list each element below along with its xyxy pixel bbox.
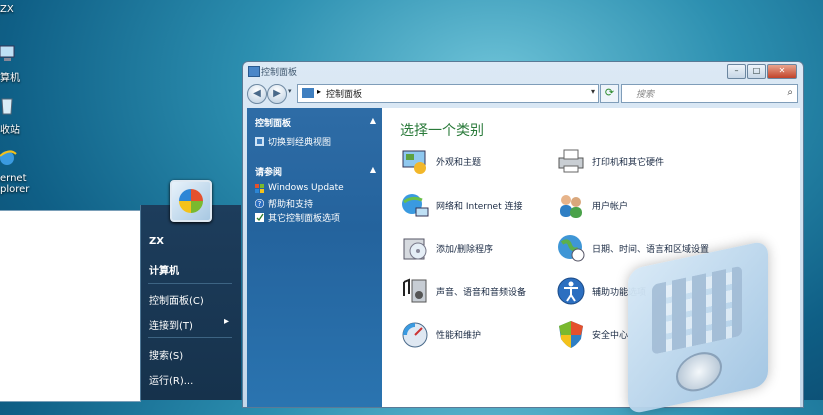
- computer-icon: [0, 45, 15, 61]
- task-pane: 控制面板 ▲ 切换到经典视图 请参阅 ▲ Windows Update ? 帮助…: [247, 108, 382, 407]
- category-label: 网络和 Internet 连接: [436, 201, 523, 212]
- start-menu-item-run[interactable]: 运行(R)...: [149, 372, 193, 387]
- desktop-icon-label: ZX: [0, 4, 14, 15]
- link-label: Windows Update: [268, 183, 344, 193]
- help-icon: ?: [255, 199, 264, 208]
- accessibility-icon: [557, 277, 585, 305]
- options-icon: [255, 213, 264, 222]
- desktop-icon-label: 收站: [0, 125, 20, 136]
- keypad-decoration: [652, 265, 742, 355]
- category-security-center[interactable]: 安全中心: [556, 319, 628, 349]
- performance-icon: [402, 322, 428, 348]
- address-bar[interactable]: ▸ 控制面板 ▾: [297, 84, 599, 103]
- category-add-remove-programs[interactable]: 添加/删除程序: [400, 233, 493, 263]
- start-menu-user[interactable]: ZX: [149, 236, 164, 247]
- category-label: 声音、语音和音频设备: [436, 287, 527, 298]
- dial-decoration: [676, 347, 722, 396]
- collapse-chevron-icon[interactable]: ▲: [370, 165, 376, 174]
- search-placeholder: 搜索: [636, 90, 655, 100]
- category-label: 日期、时间、语言和区域设置: [592, 244, 710, 255]
- control-panel-large-icon: [628, 240, 768, 415]
- other-options-link[interactable]: 其它控制面板选项: [255, 211, 340, 224]
- start-menu-separator: [148, 337, 232, 338]
- page-title: 选择一个类别: [400, 123, 484, 139]
- desktop-icon-recycle-bin[interactable]: 收站: [0, 96, 40, 136]
- back-button[interactable]: ◀: [247, 84, 267, 104]
- start-menu-item-computer[interactable]: 计算机: [149, 262, 179, 277]
- windows-update-link[interactable]: Windows Update: [255, 183, 344, 193]
- desktop-icon-computer[interactable]: 算机: [0, 44, 40, 84]
- link-label: 切换到经典视图: [268, 138, 332, 148]
- sound-icon: [403, 278, 427, 303]
- control-panel-icon: [248, 66, 260, 77]
- address-text: 控制面板: [326, 90, 363, 100]
- category-user-accounts[interactable]: 用户帐户: [556, 190, 628, 220]
- category-label: 用户帐户: [592, 201, 629, 212]
- navigation-bar: ◀ ▶ ▾ ▸ 控制面板 ▾ ⟳ 搜索 ⌕: [247, 83, 799, 105]
- close-button[interactable]: ✕: [767, 64, 797, 79]
- desktop-icon-label: 算机: [0, 73, 20, 84]
- control-panel-icon: [302, 88, 314, 98]
- category-appearance[interactable]: 外观和主题: [400, 146, 481, 176]
- link-label: 帮助和支持: [268, 200, 314, 210]
- network-icon: [402, 194, 429, 217]
- recycle-bin-icon: [1, 98, 13, 115]
- category-printers-hardware[interactable]: 打印机和其它硬件: [556, 146, 664, 176]
- title-bar[interactable]: 控制面板 – □ ✕: [243, 62, 803, 80]
- printer-icon: [558, 149, 584, 173]
- caption-buttons: – □ ✕: [726, 64, 797, 79]
- programs-icon: [403, 238, 427, 260]
- start-menu-item-connect-to[interactable]: 连接到(T): [149, 317, 193, 332]
- link-label: 其它控制面板选项: [268, 214, 341, 224]
- shield-icon: [559, 321, 583, 348]
- start-menu-item-search[interactable]: 搜索(S): [149, 347, 183, 362]
- desktop-icon-user[interactable]: ZX: [0, 2, 40, 15]
- users-icon: [560, 195, 582, 218]
- user-avatar: [170, 180, 212, 222]
- globe-icon: [558, 235, 585, 262]
- windows-logo-icon: [179, 189, 203, 213]
- category-label: 添加/删除程序: [436, 244, 494, 255]
- category-label: 性能和维护: [436, 330, 482, 341]
- desktop-icon-internet-explorer[interactable]: ernet plorer: [0, 148, 40, 195]
- forward-button[interactable]: ▶: [267, 84, 287, 104]
- classic-view-icon: [255, 137, 264, 146]
- help-support-link[interactable]: ? 帮助和支持: [255, 197, 313, 210]
- start-menu-item-control-panel[interactable]: 控制面板(C): [149, 292, 204, 307]
- start-menu-separator: [148, 283, 232, 284]
- window-title: 控制面板: [261, 68, 298, 78]
- internet-explorer-icon: [0, 150, 17, 165]
- search-box[interactable]: 搜索 ⌕: [621, 84, 798, 103]
- task-pane-header: 控制面板: [255, 119, 292, 129]
- refresh-button[interactable]: ⟳: [600, 84, 619, 103]
- category-network-internet[interactable]: 网络和 Internet 连接: [400, 190, 522, 220]
- recent-pages-chevron-icon[interactable]: ▾: [288, 87, 292, 95]
- maximize-button[interactable]: □: [747, 64, 766, 79]
- desktop-icon-label: ernet plorer: [0, 173, 30, 195]
- breadcrumb-chevron-icon[interactable]: ▸: [317, 87, 321, 96]
- start-menu-programs-pane: [0, 210, 141, 402]
- see-also-header: 请参阅: [255, 168, 283, 178]
- collapse-chevron-icon[interactable]: ▲: [370, 116, 376, 125]
- submenu-arrow-icon: ▸: [224, 316, 230, 327]
- category-label: 安全中心: [592, 330, 629, 341]
- address-dropdown-icon[interactable]: ▾: [591, 87, 595, 96]
- minimize-button[interactable]: –: [727, 64, 746, 79]
- svg-text:?: ?: [258, 200, 262, 208]
- category-sound-audio[interactable]: 声音、语音和音频设备: [400, 276, 526, 306]
- appearance-icon: [402, 150, 426, 174]
- category-performance-maintenance[interactable]: 性能和维护: [400, 319, 481, 349]
- search-icon[interactable]: ⌕: [787, 87, 793, 98]
- category-label: 外观和主题: [436, 157, 482, 168]
- switch-classic-view-link[interactable]: 切换到经典视图: [255, 135, 331, 148]
- category-label: 打印机和其它硬件: [592, 157, 665, 168]
- windows-update-icon: [255, 183, 264, 193]
